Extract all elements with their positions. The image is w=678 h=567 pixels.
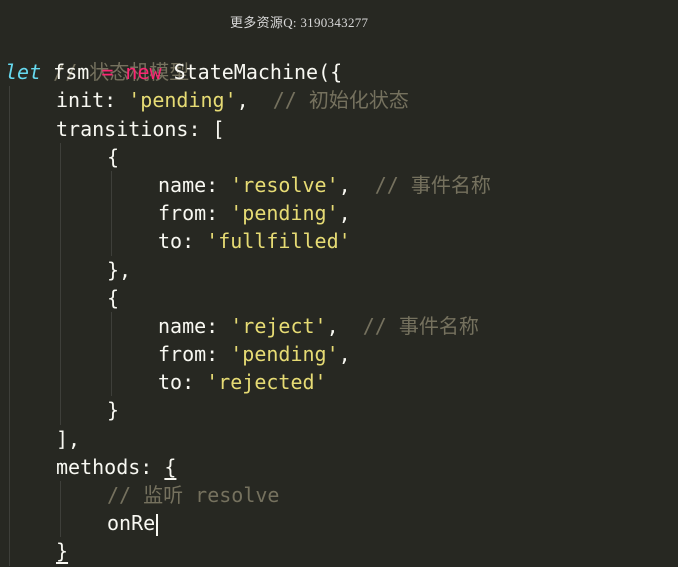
property-key: init: — [56, 88, 129, 113]
indent-guide — [60, 283, 61, 312]
indent-guide — [9, 255, 10, 284]
constructor-call: StateMachine({ — [161, 60, 343, 85]
indent-guide — [9, 311, 10, 341]
punctuation: , — [326, 313, 339, 338]
indent-guide — [60, 199, 61, 228]
property-key: name: — [158, 172, 231, 197]
indent-guide — [60, 255, 61, 284]
code-line-13: to: 'rejected' — [5, 368, 678, 397]
code-line-17: // 监听 resolve — [5, 481, 678, 510]
indent-guide — [111, 227, 112, 256]
indent-guide — [9, 368, 10, 397]
indent-guide — [9, 227, 10, 256]
indent-guide — [9, 424, 10, 453]
string-value: 'rejected' — [206, 370, 327, 395]
punctuation: , — [338, 342, 351, 367]
brace: { — [107, 285, 120, 310]
indent-guide — [111, 170, 112, 200]
typed-text: onRe — [107, 511, 156, 536]
code-line-8: to: 'fullfilled' — [5, 227, 678, 256]
indent-guide — [9, 170, 10, 200]
indent-guide — [9, 537, 10, 566]
indent-guide — [60, 340, 61, 369]
code-line-11: name: 'reject', // 事件名称 — [5, 311, 678, 341]
string-value: 'fullfilled' — [206, 229, 351, 254]
code-line-19: } — [5, 537, 678, 566]
indent-guide — [9, 396, 10, 425]
indent-guide — [9, 142, 10, 171]
indent-guide — [60, 368, 61, 397]
indent-guide — [111, 368, 112, 397]
property-key: transitions: [ — [56, 116, 225, 141]
identifier: fsm — [41, 60, 102, 85]
operator: = — [101, 60, 114, 85]
code-line-16: methods: { — [5, 452, 678, 481]
code-line-10: { — [5, 283, 678, 312]
code-line-15: ], — [5, 424, 678, 453]
indent-guide — [9, 86, 10, 115]
indent-guide — [9, 283, 10, 312]
text-cursor — [156, 513, 159, 536]
comment: // 事件名称 — [338, 313, 479, 338]
property-key: to: — [158, 229, 207, 254]
property-key: methods: — [56, 454, 165, 479]
indent-guide — [60, 227, 61, 256]
brace: }, — [107, 257, 132, 282]
indent-guide — [111, 199, 112, 228]
indent-guide — [60, 396, 61, 425]
property-key: from: — [158, 201, 231, 226]
brace: { — [107, 144, 120, 169]
code-line-5: { — [5, 142, 678, 171]
comment: // 初始化状态 — [248, 88, 409, 113]
indent-guide — [9, 340, 10, 369]
indent-guide — [60, 481, 61, 510]
indent-guide — [9, 452, 10, 481]
keyword-new: new — [113, 60, 162, 85]
code-line-1: // 状态机模型 — [5, 30, 678, 84]
code-line-3: init: 'pending', // 初始化状态 — [5, 86, 678, 115]
code-line-12: from: 'pending', — [5, 340, 678, 369]
punctuation: , — [338, 201, 351, 226]
indent-guide — [9, 114, 10, 143]
property-key: from: — [158, 342, 231, 367]
string-value: 'pending' — [230, 201, 339, 226]
string-value: 'resolve' — [230, 172, 339, 197]
indent-guide — [111, 340, 112, 369]
indent-guide — [60, 509, 61, 538]
code-line-2: let fsm = new StateMachine({ — [5, 58, 678, 86]
code-line-7: from: 'pending', — [5, 199, 678, 228]
indent-guide — [9, 481, 10, 510]
indent-guide — [60, 142, 61, 171]
indent-guide — [60, 170, 61, 200]
comment: // 事件名称 — [350, 172, 491, 197]
code-line-18: onRe — [5, 509, 678, 538]
code-line-14: } — [5, 396, 678, 425]
code-editor[interactable]: // 状态机模型 let fsm = new StateMachine({ in… — [5, 30, 678, 566]
matched-brace: } — [56, 539, 69, 564]
code-line-4: transitions: [ — [5, 114, 678, 143]
string-value: 'pending' — [128, 88, 237, 113]
comment: // 监听 resolve — [107, 483, 280, 507]
property-key: to: — [158, 370, 207, 395]
punctuation: , — [338, 172, 351, 197]
indent-guide — [111, 311, 112, 341]
string-value: 'reject' — [230, 313, 327, 338]
indent-guide — [60, 311, 61, 341]
bracket: ], — [56, 426, 81, 451]
matched-brace: { — [164, 454, 177, 479]
code-line-6: name: 'resolve', // 事件名称 — [5, 170, 678, 200]
property-key: name: — [158, 313, 231, 338]
indent-guide — [9, 199, 10, 228]
punctuation: , — [236, 88, 249, 113]
brace: } — [107, 398, 120, 423]
indent-guide — [9, 509, 10, 538]
watermark-text: 更多资源Q: 3190343277 — [230, 15, 369, 30]
keyword-let: let — [5, 60, 42, 85]
string-value: 'pending' — [230, 342, 339, 367]
code-line-9: }, — [5, 255, 678, 284]
